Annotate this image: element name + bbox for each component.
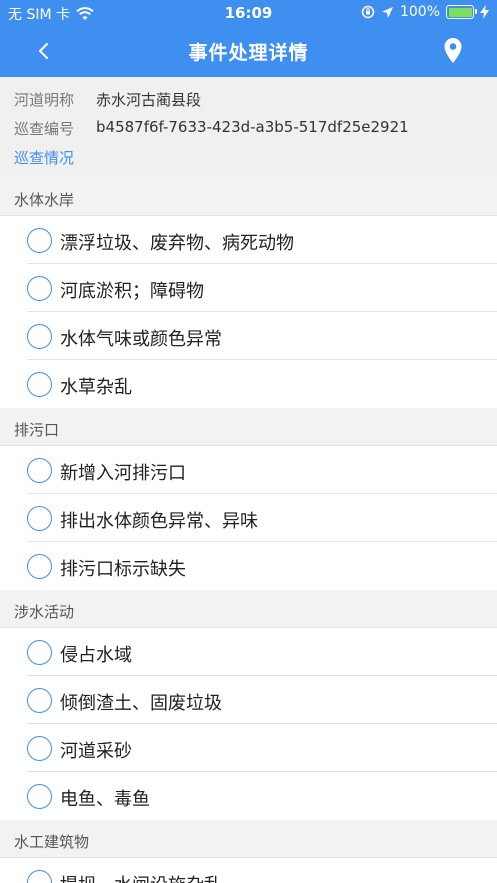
issue-option[interactable]: 水体气味或颜色异常 [0, 312, 497, 360]
issue-label: 排污口标示缺失 [60, 559, 186, 580]
section-title: 水体水岸 [14, 191, 75, 209]
issue-option[interactable]: 排出水体颜色异常、异味 [0, 494, 497, 542]
issue-label: 侵占水域 [60, 645, 132, 666]
issue-label: 新增入河排污口 [60, 463, 186, 484]
nav-bar: 事件处理详情 [0, 26, 497, 77]
issue-list: 水体水岸 漂浮垃圾、废弃物、病死动物 河底淤积；障碍物 水体气味或颜色异常 水草… [0, 178, 497, 883]
section-title: 排污口 [14, 421, 60, 439]
radio-button[interactable] [27, 228, 52, 253]
issue-option[interactable]: 堤坝、水闸设施杂乱 [0, 858, 497, 883]
issue-label: 排出水体颜色异常、异味 [60, 511, 258, 532]
section-header: 水工建筑物 [0, 820, 497, 858]
section-header: 涉水活动 [0, 590, 497, 628]
patrol-id-value: b4587f6f-7633-423d-a3b5-517df25e2921 [96, 118, 409, 136]
radio-button[interactable] [27, 506, 52, 531]
issue-label: 河道采砂 [60, 741, 132, 762]
orientation-lock-icon [361, 5, 375, 19]
radio-button[interactable] [27, 784, 52, 809]
radio-button[interactable] [27, 324, 52, 349]
page-title: 事件处理详情 [188, 42, 309, 64]
location-arrow-icon [381, 6, 393, 18]
radio-button[interactable] [27, 870, 52, 883]
issue-label: 水草杂乱 [60, 377, 132, 398]
radio-button[interactable] [27, 640, 52, 665]
radio-button[interactable] [27, 372, 52, 397]
section-title: 水工建筑物 [14, 833, 90, 851]
issue-option[interactable]: 侵占水域 [0, 628, 497, 676]
issue-option[interactable]: 漂浮垃圾、废弃物、病死动物 [0, 216, 497, 264]
radio-button[interactable] [27, 276, 52, 301]
river-name-label: 河道明称 [14, 91, 75, 109]
issue-option[interactable]: 新增入河排污口 [0, 446, 497, 494]
radio-button[interactable] [27, 458, 52, 483]
river-name-value: 赤水河古蔺县段 [96, 91, 202, 109]
patrol-id-row: 巡查编号 b4587f6f-7633-423d-a3b5-517df25e292… [14, 118, 409, 139]
issue-option[interactable]: 倾倒渣土、固废垃圾 [0, 676, 497, 724]
patrol-details-link[interactable]: 巡查情况 [14, 147, 74, 168]
issue-label: 河底淤积；障碍物 [60, 281, 204, 302]
issue-label: 堤坝、水闸设施杂乱 [60, 871, 222, 883]
issue-option[interactable]: 河底淤积；障碍物 [0, 264, 497, 312]
battery-icon [446, 5, 477, 19]
battery-fill [448, 7, 472, 17]
radio-button[interactable] [27, 688, 52, 713]
issue-option[interactable]: 电鱼、毒鱼 [0, 772, 497, 820]
river-name-row: 河道明称 赤水河古蔺县段 [14, 89, 201, 110]
issue-option[interactable]: 排污口标示缺失 [0, 542, 497, 590]
patrol-id-label: 巡查编号 [14, 120, 75, 138]
section-title: 涉水活动 [14, 603, 75, 621]
section-header: 水体水岸 [0, 178, 497, 216]
map-pin-icon[interactable] [443, 37, 463, 65]
radio-button[interactable] [27, 554, 52, 579]
issue-option[interactable]: 河道采砂 [0, 724, 497, 772]
issue-option[interactable]: 水草杂乱 [0, 360, 497, 408]
section-header: 排污口 [0, 408, 497, 446]
issue-label: 漂浮垃圾、废弃物、病死动物 [60, 233, 294, 254]
charging-icon [480, 5, 489, 19]
issue-label: 电鱼、毒鱼 [60, 789, 150, 810]
header: 无 SIM 卡 16:09 100% 事件处理详情 [0, 0, 497, 77]
status-bar: 无 SIM 卡 16:09 100% [0, 0, 497, 26]
radio-button[interactable] [27, 736, 52, 761]
battery-percent: 100% [399, 4, 440, 20]
event-info-panel: 河道明称 赤水河古蔺县段 巡查编号 b4587f6f-7633-423d-a3b… [0, 77, 497, 178]
issue-label: 水体气味或颜色异常 [60, 329, 222, 350]
issue-label: 倾倒渣土、固废垃圾 [60, 693, 222, 714]
